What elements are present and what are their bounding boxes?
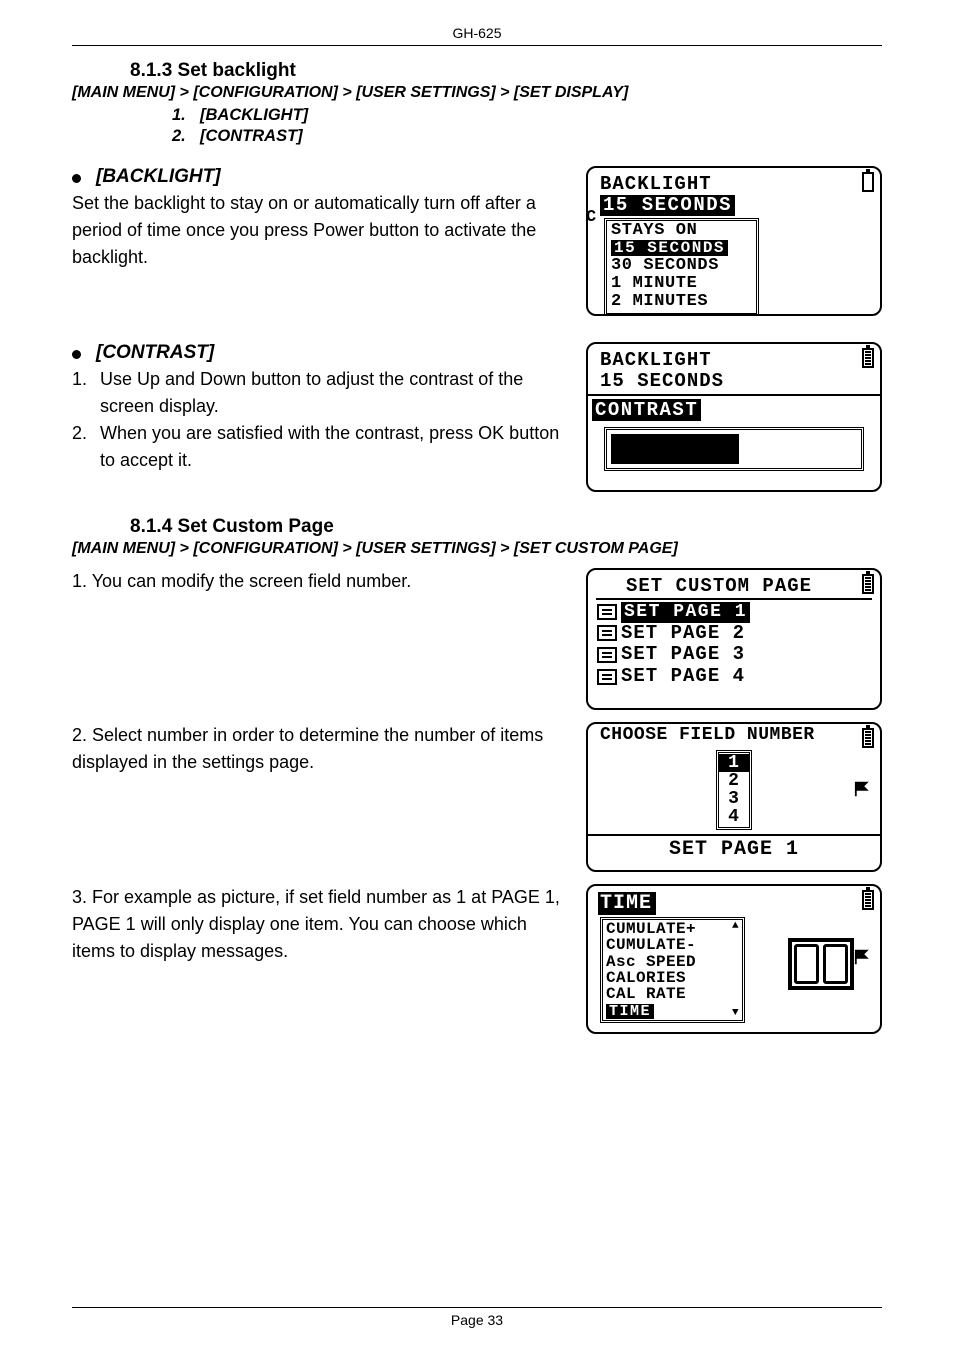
opt-calories[interactable]: CALORIES [606, 970, 739, 986]
breadcrumb-8-1-4: [MAIN MENU] > [CONFIGURATION] > [USER SE… [72, 540, 882, 558]
opt-1-minute[interactable]: 1 MINUTE [611, 275, 752, 293]
contrast-step-2: When you are satisfied with the contrast… [100, 420, 560, 474]
flag-icon [854, 948, 872, 966]
backlight-options-popup: STAYS ON 15 SECONDS 30 SECONDS 1 MINUTE … [604, 218, 759, 316]
opt-cumulate-plus[interactable]: CUMULATE+ [606, 921, 739, 937]
flag-icon [854, 780, 872, 798]
backlight-heading: [BACKLIGHT] [96, 166, 560, 188]
battery-icon [862, 728, 874, 748]
page-icon [597, 604, 617, 620]
cursor-c: C [586, 208, 596, 227]
arrow-up-icon[interactable]: ▲ [732, 921, 739, 932]
backlight-body: Set the backlight to stay on or automati… [72, 190, 560, 271]
contrast-screen-sub: 15 SECONDS [596, 371, 872, 392]
contrast-heading: [CONTRAST] [96, 342, 560, 364]
list-item-contrast: 2.[CONTRAST] [172, 127, 882, 146]
battery-icon [862, 890, 874, 910]
step2-text: 2. Select number in order to determine t… [72, 722, 560, 776]
page-icon [597, 647, 617, 663]
menu-set-page-4[interactable]: SET PAGE 4 [596, 666, 872, 688]
step1-text: 1. You can modify the screen field numbe… [72, 568, 560, 595]
contrast-step-1: Use Up and Down button to adjust the con… [100, 366, 560, 420]
menu-set-page-2[interactable]: SET PAGE 2 [596, 623, 872, 645]
contrast-screen: BACKLIGHT 15 SECONDS CONTRAST [586, 342, 882, 492]
opt-15-seconds[interactable]: 15 SECONDS [611, 240, 728, 257]
contrast-step-2-num: 2. [72, 420, 100, 474]
custom-page-menu-screen: SET CUSTOM PAGE SET PAGE 1 SET PAGE 2 SE… [586, 568, 882, 710]
section-8-1-3-title: 8.1.3 Set backlight [130, 60, 882, 82]
opt-cal-rate[interactable]: CAL RATE [606, 986, 739, 1002]
time-title: TIME [598, 892, 656, 915]
display-preview-icon [788, 938, 854, 990]
battery-icon [862, 348, 874, 368]
choose-field-title: CHOOSE FIELD NUMBER [596, 726, 872, 746]
backlight-screen: C BACKLIGHT 15 SECONDS STAYS ON 15 SECON… [586, 166, 882, 316]
breadcrumb-8-1-3: [MAIN MENU] > [CONFIGURATION] > [USER SE… [72, 84, 882, 102]
contrast-step-1-num: 1. [72, 366, 100, 420]
opt-time[interactable]: TIME [606, 1003, 739, 1019]
choose-field-footer: SET PAGE 1 [588, 834, 880, 861]
contrast-screen-title: BACKLIGHT [596, 350, 872, 371]
opt-asc-speed[interactable]: Asc SPEED [606, 954, 739, 970]
opt-2-minutes[interactable]: 2 MINUTES [611, 293, 752, 311]
time-select-screen: TIME ▲ ▼ CUMULATE+ CUMULATE- Asc SPEED C… [586, 884, 882, 1034]
page-icon [597, 625, 617, 641]
opt-cumulate-minus[interactable]: CUMULATE- [606, 937, 739, 953]
battery-icon [862, 574, 874, 594]
choose-field-number-screen: CHOOSE FIELD NUMBER 1 2 3 4 SET PAGE 1 [586, 722, 882, 872]
page-icon [597, 669, 617, 685]
backlight-screen-title: BACKLIGHT [596, 174, 872, 195]
arrow-down-icon[interactable]: ▼ [732, 1008, 739, 1019]
list-item-backlight: 1.[BACKLIGHT] [172, 106, 882, 125]
field-number-selector[interactable]: 1 2 3 4 [716, 750, 752, 830]
menu-set-page-1[interactable]: SET PAGE 1 [596, 602, 872, 623]
page-header: GH-625 [72, 25, 882, 46]
opt-stays-on[interactable]: STAYS ON [611, 222, 752, 240]
opt-30-seconds[interactable]: 30 SECONDS [611, 257, 752, 275]
menu-title: SET CUSTOM PAGE [596, 576, 872, 600]
battery-icon [862, 172, 874, 192]
backlight-current-value: 15 SECONDS [600, 195, 735, 216]
menu-set-page-3[interactable]: SET PAGE 3 [596, 644, 872, 666]
contrast-slider[interactable] [604, 427, 864, 471]
section-8-1-4-title: 8.1.4 Set Custom Page [130, 516, 882, 538]
step3-text: 3. For example as picture, if set field … [72, 884, 560, 965]
contrast-label: CONTRAST [592, 399, 701, 421]
page-footer: Page 33 [72, 1307, 882, 1328]
time-options-popup: ▲ ▼ CUMULATE+ CUMULATE- Asc SPEED CALORI… [600, 917, 745, 1023]
